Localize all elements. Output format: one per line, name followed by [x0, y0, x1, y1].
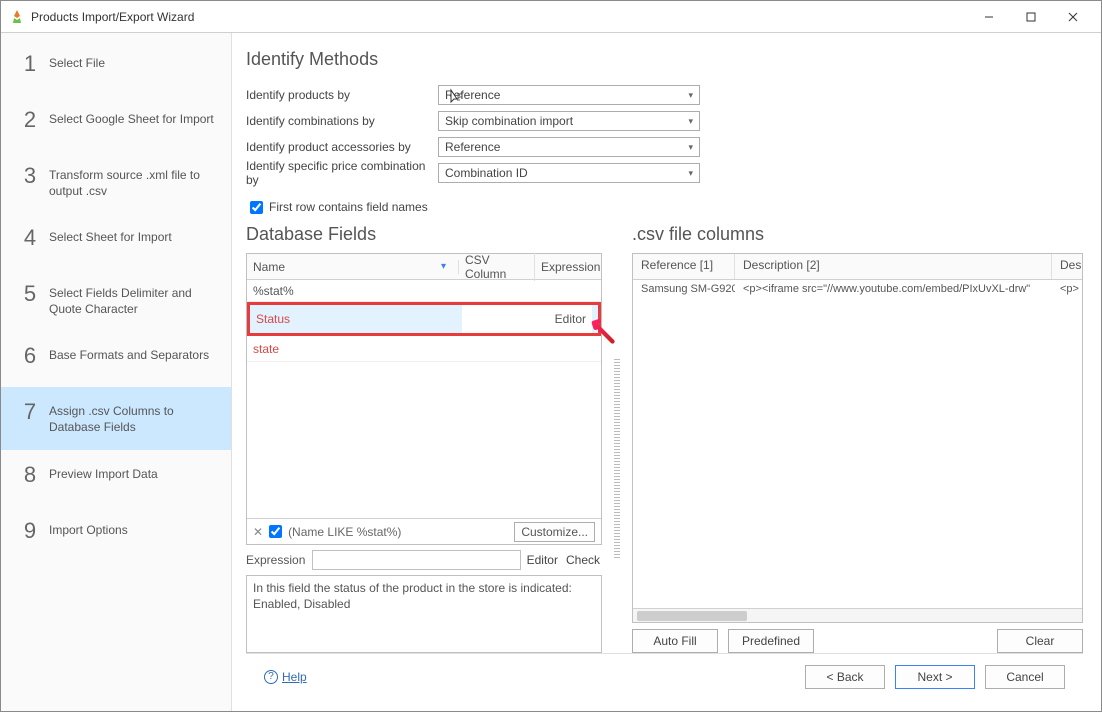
- splitter[interactable]: [614, 359, 620, 559]
- first-row-label: First row contains field names: [269, 200, 428, 214]
- database-fields-title: Database Fields: [246, 224, 602, 245]
- wizard-steps-sidebar: 1Select File 2Select Google Sheet for Im…: [1, 33, 232, 711]
- identify-accessories-select[interactable]: Reference▾: [438, 137, 700, 157]
- customize-filter-button[interactable]: Customize...: [514, 522, 595, 542]
- db-grid-header: Name▾ CSV Column Expression: [247, 254, 601, 280]
- chevron-down-icon: ▾: [688, 90, 693, 101]
- database-fields-grid: Name▾ CSV Column Expression %stat% Statu…: [246, 253, 602, 545]
- minimize-button[interactable]: [969, 3, 1009, 31]
- identify-price-combo-select[interactable]: Combination ID▾: [438, 163, 700, 183]
- chevron-down-icon: ▾: [688, 116, 693, 127]
- step-delimiter[interactable]: 5Select Fields Delimiter and Quote Chara…: [1, 269, 231, 331]
- step-select-file[interactable]: 1Select File: [1, 39, 231, 95]
- identify-products-select[interactable]: Reference▾: [438, 85, 700, 105]
- step-assign-columns[interactable]: 7Assign .csv Columns to Database Fields: [1, 387, 231, 449]
- db-row-status[interactable]: Status Editor: [247, 302, 601, 336]
- step-preview[interactable]: 8Preview Import Data: [1, 450, 231, 506]
- expression-label: Expression: [246, 553, 308, 567]
- identify-combinations-label: Identify combinations by: [246, 114, 438, 128]
- step-select-sheet[interactable]: 4Select Sheet for Import: [1, 213, 231, 269]
- filter-expression-text: (Name LIKE %stat%): [288, 525, 508, 539]
- horizontal-scrollbar[interactable]: [633, 608, 1082, 622]
- identify-products-label: Identify products by: [246, 88, 438, 102]
- db-row-state[interactable]: state: [247, 336, 601, 362]
- chevron-down-icon: ▾: [688, 142, 693, 153]
- editor-link[interactable]: Editor: [525, 553, 560, 567]
- csv-columns-title: .csv file columns: [632, 224, 1083, 245]
- csv-columns-grid: Reference [1] Description [2] Des Samsun…: [632, 253, 1083, 623]
- col-csv-header[interactable]: CSV Column: [459, 253, 535, 281]
- col-expr-header[interactable]: Expression: [535, 260, 601, 274]
- autofill-button[interactable]: Auto Fill: [632, 629, 718, 653]
- identify-methods-grid: Identify products byReference▾ Identify …: [246, 84, 1083, 184]
- wizard-window: Products Import/Export Wizard 1Select Fi…: [0, 0, 1102, 712]
- csv-col-description[interactable]: Description [2]: [735, 254, 1052, 279]
- identify-price-combo-label: Identify specific price combination by: [246, 159, 438, 187]
- titlebar: Products Import/Export Wizard: [1, 1, 1101, 33]
- csv-data-row[interactable]: Samsung SM-G920F <p><iframe src="//www.y…: [633, 280, 1082, 302]
- expression-input[interactable]: [312, 550, 521, 570]
- help-link[interactable]: ?Help: [264, 670, 307, 684]
- maximize-button[interactable]: [1011, 3, 1051, 31]
- predefined-button[interactable]: Predefined: [728, 629, 814, 653]
- window-title: Products Import/Export Wizard: [31, 10, 969, 24]
- csv-col-reference[interactable]: Reference [1]: [633, 254, 735, 279]
- step-google-sheet[interactable]: 2Select Google Sheet for Import: [1, 95, 231, 151]
- check-link[interactable]: Check: [564, 553, 602, 567]
- chevron-down-icon: ▾: [688, 168, 693, 179]
- field-description: In this field the status of the product …: [246, 575, 602, 653]
- db-filter-bar: ✕ (Name LIKE %stat%) Customize...: [247, 518, 601, 544]
- identify-methods-title: Identify Methods: [246, 49, 1083, 70]
- app-icon: [9, 9, 25, 25]
- filter-icon: ▾: [441, 261, 446, 272]
- help-icon: ?: [264, 670, 278, 684]
- cancel-button[interactable]: Cancel: [985, 665, 1065, 689]
- step-transform-xml[interactable]: 3Transform source .xml file to output .c…: [1, 151, 231, 213]
- next-button[interactable]: Next >: [895, 665, 975, 689]
- identify-accessories-label: Identify product accessories by: [246, 140, 438, 154]
- csv-columns-panel: .csv file columns Reference [1] Descript…: [632, 224, 1083, 653]
- first-row-checkbox[interactable]: [250, 201, 263, 214]
- close-button[interactable]: [1053, 3, 1093, 31]
- clear-button[interactable]: Clear: [997, 629, 1083, 653]
- wizard-footer: ?Help < Back Next > Cancel: [246, 653, 1083, 699]
- clear-filter-button[interactable]: ✕: [253, 525, 263, 539]
- col-name-header[interactable]: Name▾: [247, 260, 459, 274]
- identify-combinations-select[interactable]: Skip combination import▾: [438, 111, 700, 131]
- csv-grid-header: Reference [1] Description [2] Des: [633, 254, 1082, 280]
- database-fields-panel: Database Fields Name▾ CSV Column Express…: [246, 224, 602, 653]
- main-content: Identify Methods Identify products byRef…: [232, 33, 1101, 711]
- back-button[interactable]: < Back: [805, 665, 885, 689]
- csv-col-description2[interactable]: Des: [1052, 254, 1082, 279]
- step-import-options[interactable]: 9Import Options: [1, 506, 231, 562]
- step-base-formats[interactable]: 6Base Formats and Separators: [1, 331, 231, 387]
- db-filter-input-row[interactable]: %stat%: [247, 280, 601, 302]
- filter-enabled-checkbox[interactable]: [269, 525, 282, 538]
